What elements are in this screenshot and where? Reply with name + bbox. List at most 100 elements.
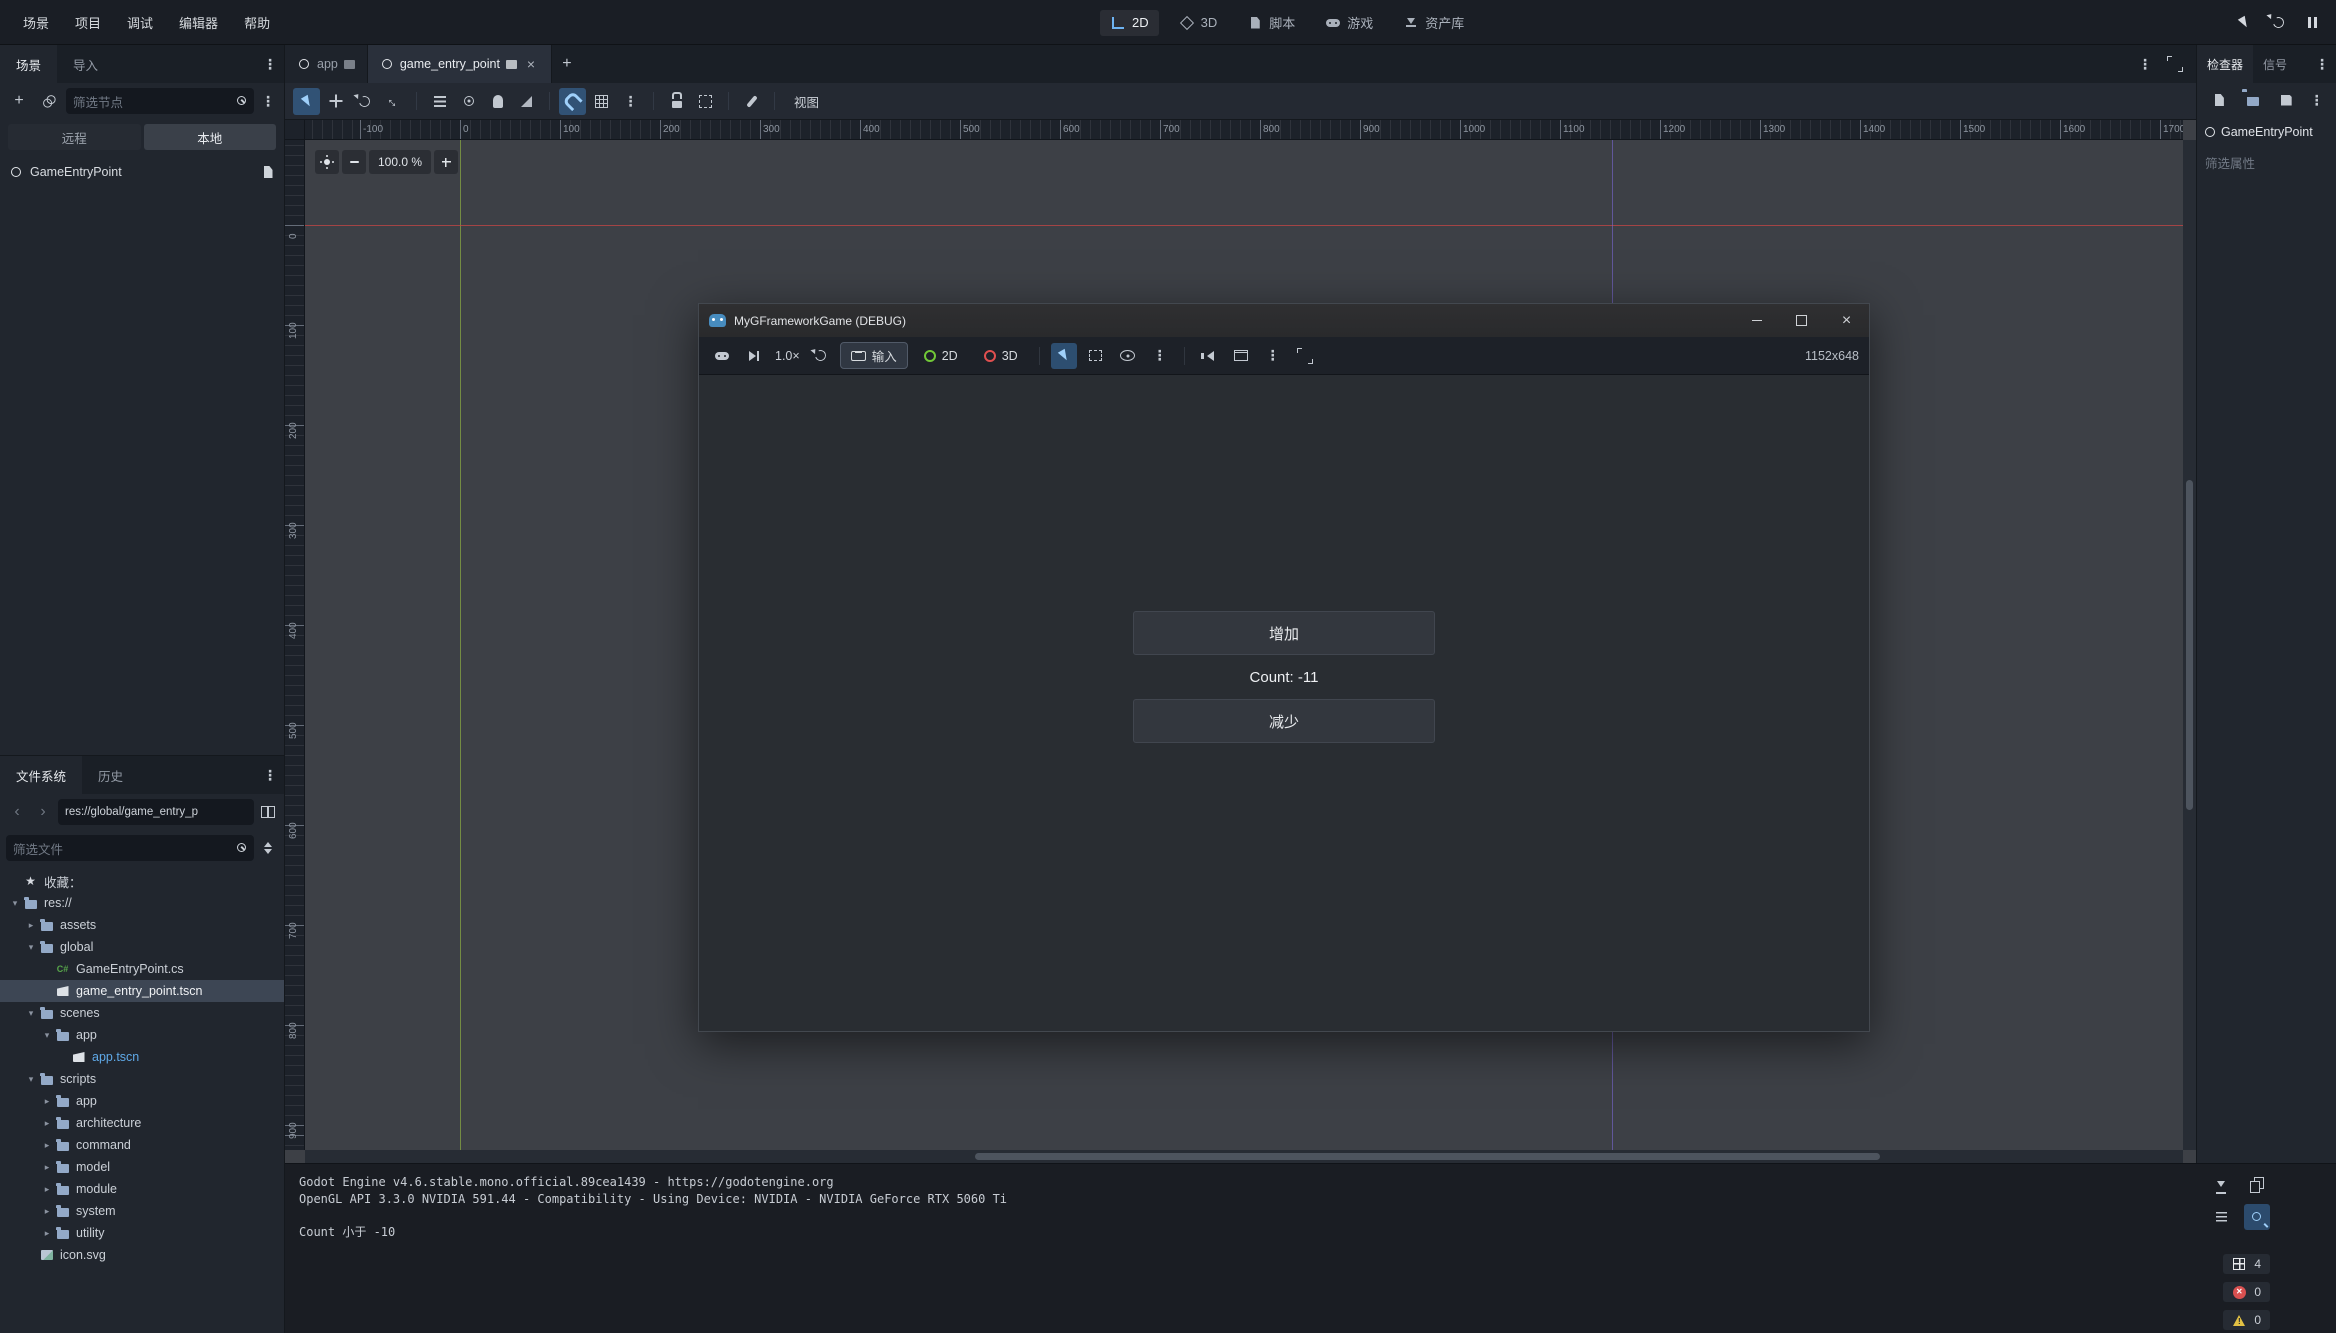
- horizontal-scrollbar[interactable]: [305, 1150, 2183, 1163]
- errors-badge[interactable]: 0: [2223, 1282, 2270, 1302]
- camera-2d-button[interactable]: 2D: [914, 342, 968, 369]
- new-scene-tab-button[interactable]: [552, 51, 582, 77]
- script-icon[interactable]: [260, 164, 276, 180]
- resource-menu-icon[interactable]: [2307, 87, 2327, 113]
- scene-dock-menu-icon[interactable]: [260, 51, 280, 77]
- load-resource-icon[interactable]: [2240, 87, 2266, 113]
- next-frame-icon[interactable]: [741, 343, 767, 369]
- pause-game-icon[interactable]: [2298, 8, 2326, 36]
- messages-badge[interactable]: 4: [2223, 1254, 2270, 1274]
- zoom-level[interactable]: 100.0 %: [369, 150, 431, 174]
- workspace-assetlib[interactable]: 资产库: [1393, 8, 1474, 37]
- mode-menu-icon[interactable]: [1147, 343, 1173, 369]
- fullscreen-icon[interactable]: [1292, 343, 1318, 369]
- workspace-2d[interactable]: 2D: [1100, 10, 1159, 36]
- remote-button[interactable]: 远程: [8, 124, 141, 150]
- maximize-window-icon[interactable]: [1779, 304, 1824, 337]
- input-mode-button[interactable]: 输入: [840, 342, 908, 369]
- nav-back-icon[interactable]: [6, 800, 28, 824]
- file-tree-item[interactable]: assets: [0, 914, 284, 936]
- scene-tabs-menu-icon[interactable]: [2132, 51, 2158, 77]
- workspace-3d[interactable]: 3D: [1169, 10, 1228, 36]
- copy-output-icon[interactable]: [2244, 1172, 2270, 1198]
- view-menu-button[interactable]: 视图: [784, 92, 829, 111]
- workspace-script[interactable]: 脚本: [1237, 8, 1305, 37]
- close-tab-icon[interactable]: [523, 56, 539, 72]
- vertical-scrollbar[interactable]: [2183, 140, 2196, 1150]
- nav-forward-icon[interactable]: [32, 800, 54, 824]
- menu-project[interactable]: 项目: [62, 8, 114, 37]
- ruler-tool[interactable]: [513, 88, 540, 115]
- console-output[interactable]: Godot Engine v4.6.stable.mono.official.8…: [285, 1164, 2186, 1333]
- tab-inspector[interactable]: 检查器: [2197, 45, 2253, 83]
- search-output-icon[interactable]: [2244, 1204, 2270, 1230]
- filesystem-dock-menu-icon[interactable]: [260, 762, 280, 788]
- file-tree-item[interactable]: architecture: [0, 1112, 284, 1134]
- sort-files-icon[interactable]: [258, 835, 278, 861]
- zoom-in-icon[interactable]: [434, 150, 458, 174]
- file-tree-item[interactable]: icon.svg: [0, 1244, 284, 1266]
- camera-override-icon[interactable]: [1115, 343, 1141, 369]
- embed-options-icon[interactable]: [1228, 343, 1254, 369]
- minimize-window-icon[interactable]: [1734, 304, 1779, 337]
- filter-files-input[interactable]: 筛选文件: [6, 835, 254, 861]
- file-tree-item[interactable]: utility: [0, 1222, 284, 1244]
- menu-help[interactable]: 帮助: [231, 8, 283, 37]
- speed-label[interactable]: 1.0×: [773, 349, 802, 363]
- smart-snap-toggle[interactable]: [559, 88, 586, 115]
- file-tree-item[interactable]: global: [0, 936, 284, 958]
- save-resource-icon[interactable]: [2273, 87, 2299, 113]
- instance-scene-button[interactable]: [31, 83, 68, 120]
- filter-nodes-input[interactable]: 筛选节点: [66, 88, 254, 114]
- scrollbar-thumb[interactable]: [975, 1153, 1880, 1160]
- new-resource-icon[interactable]: [2206, 87, 2232, 113]
- tab-scene[interactable]: 场景: [0, 45, 57, 83]
- favorites-item[interactable]: 收藏：: [0, 870, 284, 892]
- pivot-tool[interactable]: [455, 88, 482, 115]
- zoom-out-icon[interactable]: [342, 150, 366, 174]
- snap-options-menu[interactable]: [617, 88, 644, 115]
- camera-3d-button[interactable]: 3D: [974, 342, 1028, 369]
- file-tree-item[interactable]: scenes: [0, 1002, 284, 1024]
- file-tree-item[interactable]: app.tscn: [0, 1046, 284, 1068]
- increase-button[interactable]: 增加: [1133, 611, 1435, 655]
- tab-import[interactable]: 导入: [57, 45, 114, 83]
- inspector-dock-menu-icon[interactable]: [2312, 51, 2332, 77]
- save-output-icon[interactable]: [2208, 1172, 2234, 1198]
- scene-tree-menu-icon[interactable]: [258, 88, 278, 114]
- local-button[interactable]: 本地: [144, 124, 277, 150]
- workspace-game[interactable]: 游戏: [1315, 8, 1383, 37]
- scene-tree-node[interactable]: GameEntryPoint: [0, 159, 284, 185]
- tab-history[interactable]: 历史: [82, 756, 139, 794]
- skeleton-menu[interactable]: [738, 88, 765, 115]
- select-mode-icon[interactable]: [1051, 343, 1077, 369]
- move-tool[interactable]: [322, 88, 349, 115]
- scene-tab-app[interactable]: app: [285, 45, 368, 83]
- group-toggle[interactable]: [692, 88, 719, 115]
- mute-audio-icon[interactable]: [1196, 343, 1222, 369]
- split-view-icon[interactable]: [258, 799, 278, 825]
- scene-tab-game-entry-point[interactable]: game_entry_point: [368, 45, 552, 83]
- tab-filesystem[interactable]: 文件系统: [0, 756, 82, 794]
- menu-editor[interactable]: 编辑器: [166, 8, 231, 37]
- file-tree-item[interactable]: app: [0, 1090, 284, 1112]
- scrollbar-thumb[interactable]: [2186, 480, 2193, 810]
- tab-signals[interactable]: 信号: [2253, 45, 2297, 83]
- file-tree-item[interactable]: GameEntryPoint.cs: [0, 958, 284, 980]
- file-tree-item[interactable]: res://: [0, 892, 284, 914]
- scale-tool[interactable]: [380, 88, 407, 115]
- collapse-output-icon[interactable]: [2208, 1204, 2234, 1230]
- file-tree-item[interactable]: scripts: [0, 1068, 284, 1090]
- path-input[interactable]: res://global/game_entry_p: [58, 799, 254, 825]
- grid-snap-toggle[interactable]: [588, 88, 615, 115]
- restart-icon[interactable]: [808, 343, 834, 369]
- center-view-icon[interactable]: [315, 150, 339, 174]
- file-tree-item[interactable]: game_entry_point.tscn: [0, 980, 284, 1002]
- pan-tool[interactable]: [484, 88, 511, 115]
- filter-properties-input[interactable]: 筛选属性: [2197, 147, 2336, 177]
- rotate-tool[interactable]: [351, 88, 378, 115]
- restart-game-icon[interactable]: [2264, 8, 2292, 36]
- warnings-badge[interactable]: 0: [2223, 1310, 2270, 1330]
- game-window-titlebar[interactable]: MyGFrameworkGame (DEBUG): [699, 304, 1869, 337]
- lock-toggle[interactable]: [663, 88, 690, 115]
